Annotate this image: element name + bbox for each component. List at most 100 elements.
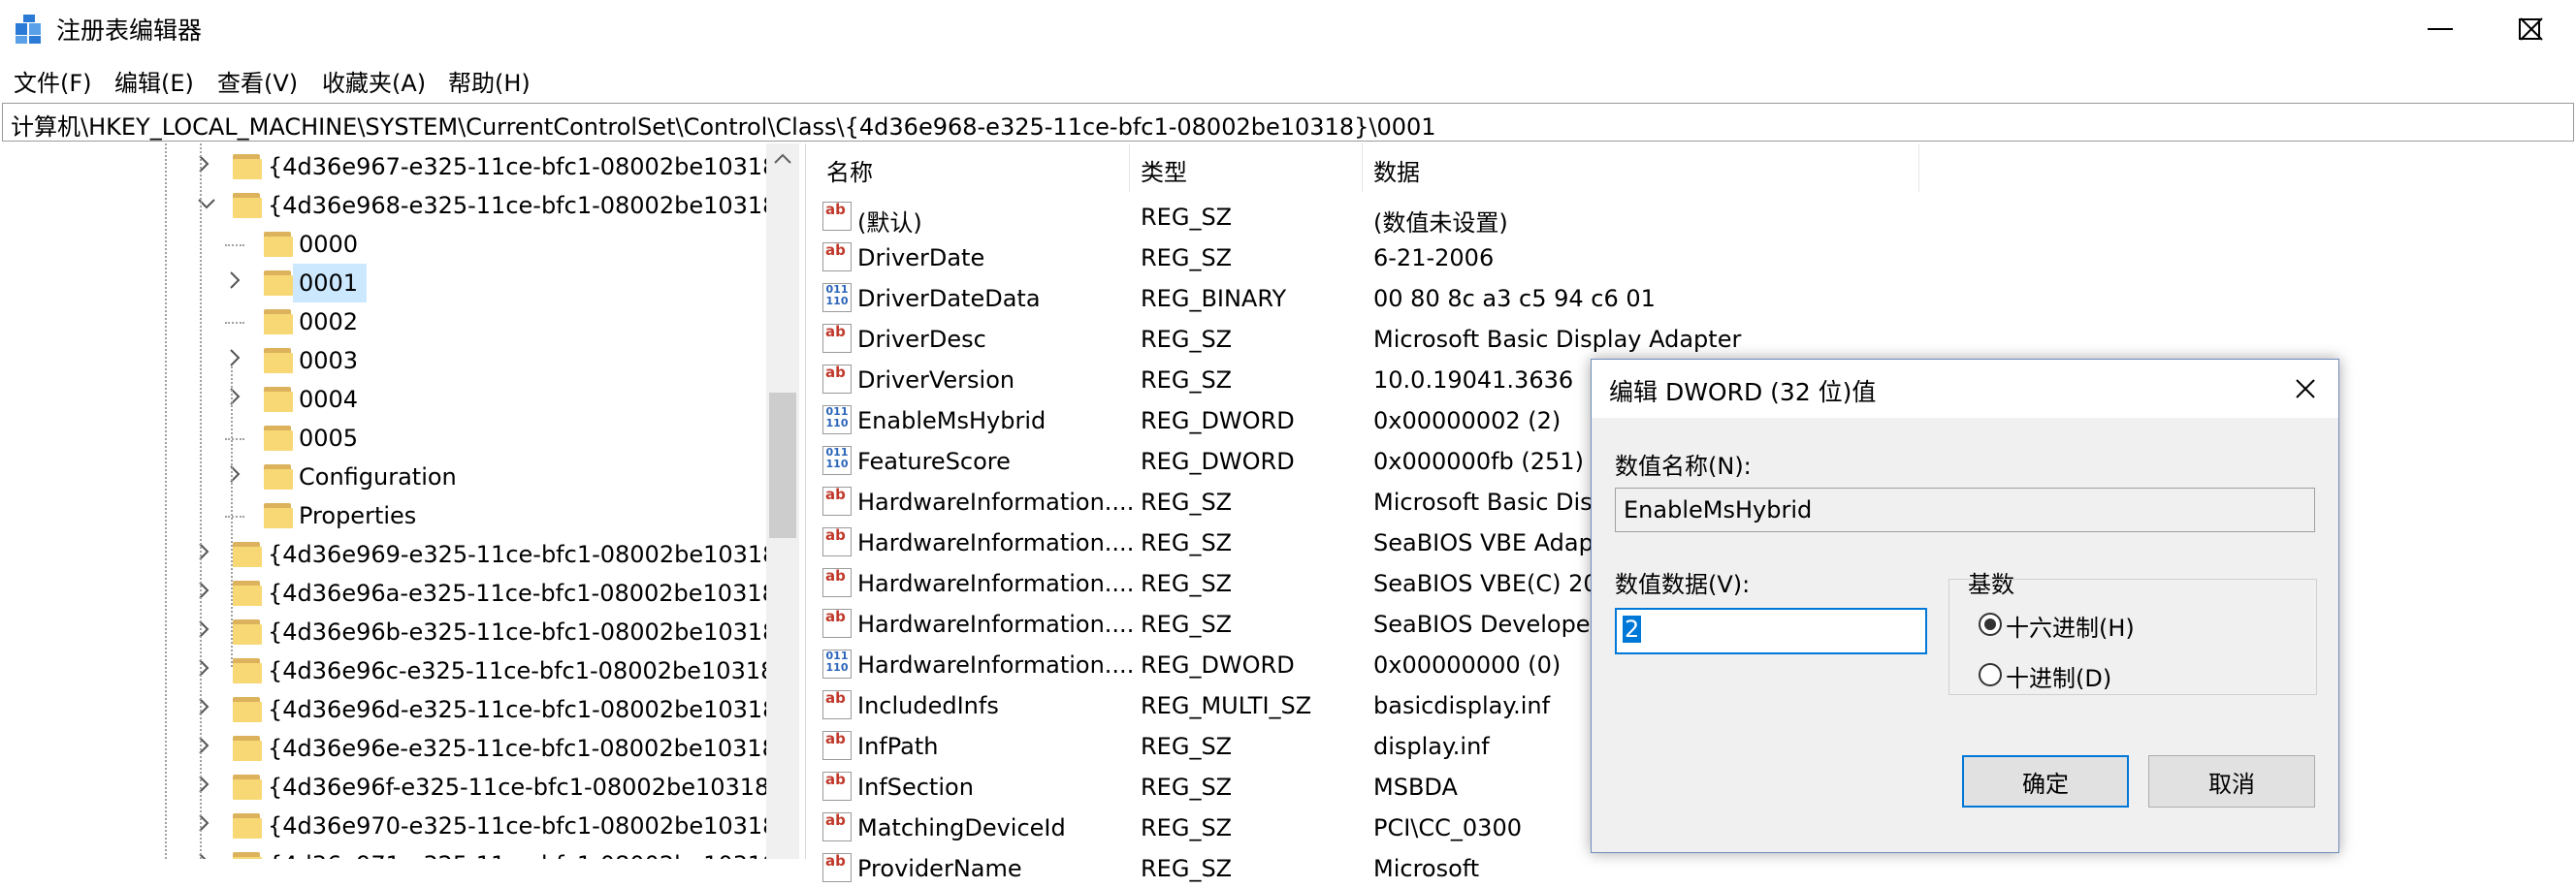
column-header-type[interactable]: 类型 (1141, 153, 1187, 187)
tree-item[interactable]: 0005 (293, 419, 367, 458)
tree-connector (165, 143, 167, 859)
tree-item[interactable]: Configuration (293, 458, 498, 496)
binary-value-icon: 011 110 (822, 446, 852, 475)
tree-item[interactable]: {4d36e96f-e325-11ce-bfc1-08002be10318} (262, 768, 785, 807)
tree-scrollbar-thumb[interactable] (769, 393, 796, 538)
folder-icon (264, 232, 293, 257)
value-row[interactable]: ab DriverDesc REG_SZ Microsoft Basic Displa… (811, 318, 2576, 359)
value-row[interactable]: ab ProviderName REG_SZ Microsoft (811, 847, 2576, 888)
base-group: 十六进制(H) 十进制(D) (1948, 579, 2317, 695)
regedit-app-icon (16, 15, 41, 44)
value-data: 00 80 8c a3 c5 94 c6 01 (1373, 285, 1656, 312)
dialog-close-button[interactable] (2286, 369, 2325, 408)
tree-item-label: {4d36e96e-e325-11ce-bfc1-08002be10318} (268, 735, 792, 762)
folder-icon (233, 193, 262, 218)
tree-item[interactable]: {4d36e969-e325-11ce-bfc1-08002be10318} (262, 535, 792, 574)
folder-icon (233, 736, 262, 761)
value-data: (数值未设置) (1373, 209, 1508, 237)
value-row[interactable]: ab DriverDate REG_SZ 6-21-2006 (811, 237, 2576, 277)
value-name-text: EnableMsHybrid (1624, 496, 1813, 523)
folder-icon (233, 154, 262, 179)
tree-item[interactable]: {4d36e970-e325-11ce-bfc1-08002be10318} (262, 807, 792, 845)
string-value-icon: ab (822, 690, 852, 719)
value-row[interactable]: ab (默认) REG_SZ (数值未设置) (811, 196, 2576, 237)
tree-item[interactable]: {4d36e96b-e325-11ce-bfc1-08002be10318} (262, 613, 792, 651)
chevron-right-icon[interactable] (229, 271, 241, 294)
folder-icon (264, 426, 293, 451)
tree-item-label: 0005 (299, 425, 359, 452)
close-button[interactable] (2487, 0, 2576, 58)
tree-item[interactable]: 0004 (293, 380, 367, 419)
decimal-radio[interactable] (1979, 663, 2002, 686)
tree-item-label: {4d36e968-e325-11ce-bfc1-08002be10318} (268, 192, 792, 219)
tree-item[interactable]: {4d36e96d-e325-11ce-bfc1-08002be10318} (262, 690, 792, 729)
menu-view[interactable]: 查看(V) (217, 64, 298, 98)
menu-edit[interactable]: 编辑(E) (114, 64, 194, 98)
tree-item[interactable]: {4d36e96e-e325-11ce-bfc1-08002be10318} (262, 729, 791, 768)
minimize-button[interactable] (2396, 0, 2485, 58)
column-divider[interactable] (1129, 143, 1130, 192)
tree-item[interactable]: {4d36e96a-e325-11ce-bfc1-08002be10318} (262, 574, 791, 613)
value-data: Microsoft (1373, 855, 1480, 882)
folder-icon (233, 542, 262, 567)
tree-item[interactable]: {4d36e967-e325-11ce-bfc1-08002be10318} (262, 147, 792, 186)
string-value-icon: ab (822, 731, 852, 760)
value-row[interactable]: 011 110 DriverDateData REG_BINARY 00 80 8c a… (811, 277, 2576, 318)
cancel-button[interactable]: 取消 (2148, 755, 2315, 808)
tree-connector (225, 516, 244, 518)
string-value-icon: ab (822, 812, 852, 841)
value-data-input[interactable]: 2 (1615, 608, 1927, 654)
binary-value-icon: 011 110 (822, 650, 852, 679)
value-data: basicdisplay.inf (1373, 692, 1551, 719)
radio-selected-dot (1984, 618, 1996, 630)
tree-item-label: 0000 (299, 231, 359, 258)
tree-item[interactable]: 0003 (293, 341, 367, 380)
string-value-icon: ab (822, 772, 852, 801)
folder-icon (264, 387, 293, 412)
value-data: 0x000000fb (251) (1373, 448, 1584, 475)
tree-item-label: {4d36e96b-e325-11ce-bfc1-08002be10318} (268, 618, 792, 646)
menu-file[interactable]: 文件(F) (14, 64, 92, 98)
menu-bar: 文件(F) 编辑(E) 查看(V) 收藏夹(A) 帮助(H) (0, 58, 2576, 99)
hex-radio[interactable] (1979, 613, 2002, 636)
value-type: REG_SZ (1141, 529, 1233, 556)
tree-item-label: {4d36e969-e325-11ce-bfc1-08002be10318} (268, 541, 792, 568)
value-type: REG_SZ (1141, 326, 1233, 353)
tree-item[interactable]: {4d36e968-e325-11ce-bfc1-08002be10318} (262, 186, 792, 225)
ok-button[interactable]: 确定 (1962, 755, 2129, 808)
tree-connector (225, 244, 244, 246)
value-type: REG_SZ (1141, 814, 1233, 841)
menu-help[interactable]: 帮助(H) (448, 64, 531, 98)
column-divider[interactable] (1362, 143, 1363, 192)
tree-item-label: 0004 (299, 386, 359, 413)
value-data: SeaBIOS VBE(C) 20 (1373, 570, 1598, 597)
value-type: REG_SZ (1141, 489, 1233, 516)
tree-item[interactable]: {4d36e971-e325-11ce-bfc1-08002be10318} (262, 845, 792, 859)
column-header-data[interactable]: 数据 (1373, 153, 1420, 187)
value-data-text: 2 (1623, 616, 1642, 643)
column-header-name[interactable]: 名称 (826, 153, 873, 187)
folder-icon (233, 581, 262, 606)
column-divider[interactable] (1918, 143, 1919, 192)
string-value-icon: ab (822, 487, 852, 516)
value-data: PCI\CC_0300 (1373, 814, 1522, 841)
value-type: REG_SZ (1141, 244, 1233, 271)
tree-item[interactable]: {4d36e96c-e325-11ce-bfc1-08002be10318} (262, 651, 790, 690)
tree-item[interactable]: Properties (293, 496, 454, 535)
edit-dword-dialog: 编辑 DWORD (32 位)值 数值名称(N): EnableMsHybrid… (1591, 359, 2339, 853)
value-data: Microsoft Basic Dis (1373, 489, 1593, 516)
string-value-icon: ab (822, 609, 852, 638)
title-bar: 注册表编辑器 (0, 0, 2576, 58)
value-type: REG_DWORD (1141, 407, 1295, 434)
tree-item-label: {4d36e967-e325-11ce-bfc1-08002be10318} (268, 153, 792, 180)
folder-icon (233, 619, 262, 645)
tree-item[interactable]: 0001 (293, 264, 367, 302)
hex-radio-label[interactable]: 十六进制(H) (2006, 609, 2135, 643)
tree-item[interactable]: 0002 (293, 302, 367, 341)
close-icon (2296, 379, 2315, 398)
decimal-radio-label[interactable]: 十进制(D) (2006, 659, 2111, 693)
folder-icon (264, 464, 293, 490)
menu-favorites[interactable]: 收藏夹(A) (322, 64, 426, 98)
tree-item[interactable]: 0000 (293, 225, 367, 264)
address-bar[interactable]: 计算机\HKEY_LOCAL_MACHINE\SYSTEM\CurrentCon… (2, 103, 2574, 142)
